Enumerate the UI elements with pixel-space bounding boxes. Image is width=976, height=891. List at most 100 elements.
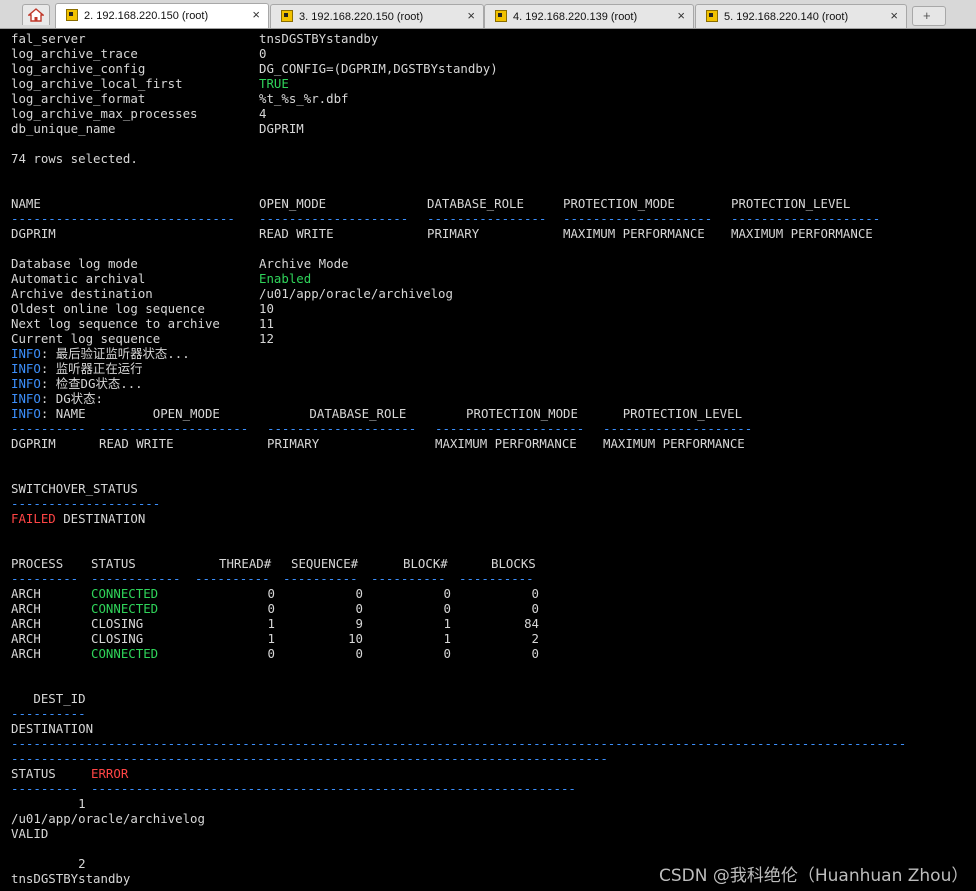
close-icon[interactable]: × <box>252 4 260 26</box>
table-cell: READ WRITE <box>99 436 174 451</box>
status-cell: CONNECTED <box>91 646 159 661</box>
archive-label: Automatic archival <box>11 271 146 286</box>
col-header: BLOCKS <box>491 556 536 571</box>
dest-path: /u01/app/oracle/archivelog <box>11 811 205 826</box>
info-line: INFO: 监听器正在运行 <box>11 361 143 376</box>
col-separator: ----------------------------------------… <box>91 781 576 796</box>
param-value: 0 <box>259 46 267 61</box>
block-cell: 1 <box>443 616 451 631</box>
thread-cell: 0 <box>267 646 275 661</box>
archive-value: 11 <box>259 316 274 331</box>
col-separator: ---------- <box>11 421 86 436</box>
param-value: tnsDGSTBYstandby <box>259 31 379 46</box>
info-line: INFO: NAME OPEN_MODE DATABASE_ROLE PROTE… <box>11 406 743 421</box>
dest-id: 1 <box>11 796 86 811</box>
table-cell: MAXIMUM PERFORMANCE <box>435 436 577 451</box>
col-separator: ---------- <box>283 571 358 586</box>
col-header: PROTECTION_MODE <box>563 196 675 211</box>
process-cell: ARCH <box>11 631 41 646</box>
dest-status: VALID <box>11 826 49 841</box>
thread-cell: 1 <box>267 631 275 646</box>
col-header: SWITCHOVER_STATUS <box>11 481 138 496</box>
close-icon[interactable]: × <box>677 5 685 27</box>
tab-session-2[interactable]: 2. 192.168.220.150 (root) × <box>55 3 269 28</box>
dest-path: tnsDGSTBYstandby <box>11 871 131 886</box>
status-cell: CONNECTED <box>91 601 159 616</box>
archive-label: Database log mode <box>11 256 138 271</box>
close-icon[interactable]: × <box>890 5 898 27</box>
archive-label: Oldest online log sequence <box>11 301 205 316</box>
param-name: log_archive_trace <box>11 46 138 61</box>
param-value: TRUE <box>259 76 289 91</box>
watermark: CSDN @我科绝伦（Huanhuan Zhou） <box>659 866 969 886</box>
col-separator: -------------------- <box>563 211 713 226</box>
process-cell: ARCH <box>11 616 41 631</box>
block-cell: 0 <box>443 646 451 661</box>
status-cell: CLOSING <box>91 616 144 631</box>
terminal-output[interactable]: fal_server tnsDGSTBYstandby log_archive_… <box>0 29 976 891</box>
session-tab-bar: 2. 192.168.220.150 (root) × 3. 192.168.2… <box>0 0 976 29</box>
archive-value: 12 <box>259 331 274 346</box>
tab-session-4[interactable]: 4. 192.168.220.139 (root) × <box>484 4 694 28</box>
table-cell: MAXIMUM PERFORMANCE <box>603 436 745 451</box>
sequence-cell: 0 <box>355 646 363 661</box>
col-header: DEST_ID <box>11 691 86 706</box>
col-header: OPEN_MODE <box>259 196 327 211</box>
col-header: PROTECTION_LEVEL <box>731 196 851 211</box>
thread-cell: 0 <box>267 586 275 601</box>
col-header: THREAD# <box>219 556 272 571</box>
archive-value: 10 <box>259 301 274 316</box>
process-cell: ARCH <box>11 601 41 616</box>
param-name: db_unique_name <box>11 121 116 136</box>
col-separator: --------- <box>11 781 79 796</box>
archive-value: Enabled <box>259 271 312 286</box>
table-cell: DGPRIM <box>11 436 56 451</box>
sequence-cell: 9 <box>355 616 363 631</box>
col-header: ERROR <box>91 766 129 781</box>
table-cell: READ WRITE <box>259 226 334 241</box>
terminal-icon <box>66 9 78 21</box>
tab-session-5[interactable]: 5. 192.168.220.140 (root) × <box>695 4 907 28</box>
new-tab-button[interactable]: + <box>912 6 946 26</box>
close-icon[interactable]: × <box>467 5 475 27</box>
col-separator: -------------------- <box>435 421 585 436</box>
col-separator: -------------------- <box>99 421 249 436</box>
archive-label: Next log sequence to archive <box>11 316 220 331</box>
col-separator: ---------- <box>371 571 446 586</box>
col-separator: -------------------- <box>11 496 161 511</box>
col-separator: ---------- <box>11 706 86 721</box>
param-value: 4 <box>259 106 267 121</box>
col-separator: ---------- <box>195 571 270 586</box>
home-tab[interactable] <box>22 4 50 25</box>
param-value: DG_CONFIG=(DGPRIM,DGSTBYstandby) <box>259 61 498 76</box>
col-header: NAME <box>11 196 41 211</box>
status-cell: CONNECTED <box>91 586 159 601</box>
archive-value: /u01/app/oracle/archivelog <box>259 286 453 301</box>
param-name: log_archive_format <box>11 91 146 106</box>
col-separator: -------------------- <box>267 421 417 436</box>
blocks-cell: 2 <box>531 631 539 646</box>
col-separator: ---------- <box>459 571 534 586</box>
param-value: %t_%s_%r.dbf <box>259 91 349 106</box>
param-name: fal_server <box>11 31 86 46</box>
thread-cell: 1 <box>267 616 275 631</box>
table-cell: MAXIMUM PERFORMANCE <box>563 226 705 241</box>
terminal-icon <box>495 10 507 22</box>
col-separator: ----------------------------------------… <box>11 751 608 766</box>
rows-selected: 74 rows selected. <box>11 151 138 166</box>
archive-label: Archive destination <box>11 286 153 301</box>
col-separator: ------------------------------ <box>11 211 235 226</box>
block-cell: 0 <box>443 586 451 601</box>
col-header: PROCESS <box>11 556 64 571</box>
info-line: INFO: 最后验证监听器状态... <box>11 346 190 361</box>
thread-cell: 0 <box>267 601 275 616</box>
process-cell: ARCH <box>11 646 41 661</box>
tab-session-3[interactable]: 3. 192.168.220.150 (root) × <box>270 4 484 28</box>
col-header: SEQUENCE# <box>291 556 359 571</box>
dest-id: 2 <box>11 856 86 871</box>
col-separator: ------------ <box>91 571 181 586</box>
blocks-cell: 0 <box>531 586 539 601</box>
table-cell: PRIMARY <box>427 226 480 241</box>
sequence-cell: 0 <box>355 586 363 601</box>
col-header: STATUS <box>11 766 56 781</box>
